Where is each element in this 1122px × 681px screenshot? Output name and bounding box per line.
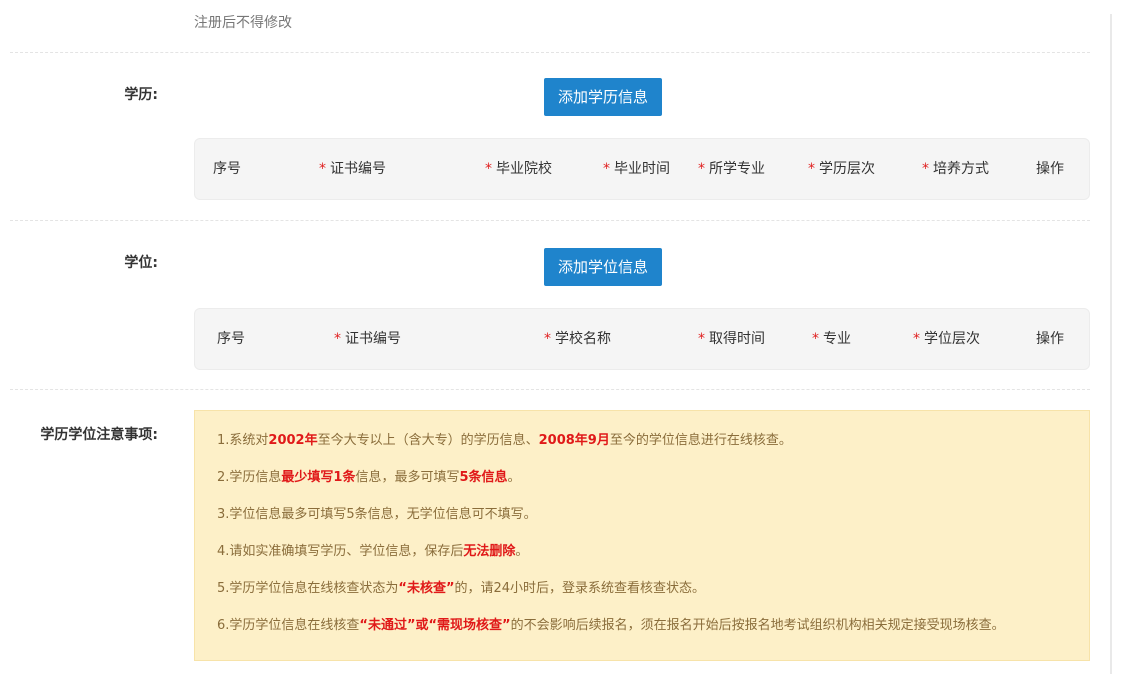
column-header: * 学位层次 bbox=[913, 331, 980, 347]
note-item: 2.学历信息最少填写1条信息，最多可填写5条信息。 bbox=[217, 466, 521, 485]
education-table-header: 序号 * 证书编号 * 毕业院校 * 毕业时间 * 所学专业 * 学历层次 * 培养方式 操… bbox=[194, 138, 1090, 200]
note-text: 3.学位信息最多可填写5条信息，无学位信息可不填写。 bbox=[217, 507, 537, 522]
column-header: * 学校名称 bbox=[544, 331, 611, 347]
required-mark: * bbox=[698, 331, 705, 347]
note-emphasis: “未核查” bbox=[398, 581, 455, 596]
required-mark: * bbox=[698, 161, 705, 177]
divider bbox=[10, 220, 1090, 221]
note-emphasis: 最少填写1条 bbox=[281, 470, 356, 485]
required-mark: * bbox=[319, 161, 326, 177]
required-mark: * bbox=[334, 331, 341, 347]
required-mark: * bbox=[913, 331, 920, 347]
note-emphasis: 无法删除 bbox=[463, 544, 516, 559]
note-emphasis: 2002年 bbox=[268, 433, 318, 448]
note-text: 5.学历学位信息在线核查状态为 bbox=[217, 581, 399, 596]
column-header: 操作 bbox=[1036, 331, 1064, 347]
column-header: 操作 bbox=[1036, 161, 1064, 177]
divider bbox=[10, 389, 1090, 390]
column-header: * 毕业时间 bbox=[603, 161, 670, 177]
add-education-button[interactable]: 添加学历信息 bbox=[544, 78, 663, 116]
notes-label: 学历学位注意事项: bbox=[40, 427, 158, 443]
note-text: 。 bbox=[507, 470, 521, 485]
unchangeable-hint: 注册后不得修改 bbox=[194, 15, 292, 31]
note-emphasis: 2008年9月 bbox=[538, 433, 610, 448]
degree-table-header: 序号 * 证书编号 * 学校名称 * 取得时间 * 专业 * 学位层次 操作 bbox=[194, 308, 1090, 370]
add-degree-button[interactable]: 添加学位信息 bbox=[544, 248, 663, 286]
note-text: 2.学历信息 bbox=[217, 470, 282, 485]
column-header: * 取得时间 bbox=[698, 331, 765, 347]
required-mark: * bbox=[812, 331, 819, 347]
note-text: 的不会影响后续报名，须在报名开始后按报名地考试组织机构相关规定接受现场核查。 bbox=[510, 618, 1005, 633]
note-item: 3.学位信息最多可填写5条信息，无学位信息可不填写。 bbox=[217, 503, 537, 522]
note-text: 至今大专以上（含大专）的学历信息、 bbox=[317, 433, 539, 448]
degree-label: 学位: bbox=[124, 255, 158, 271]
column-header: * 专业 bbox=[812, 331, 851, 347]
note-item: 1.系统对2002年至今大专以上（含大专）的学历信息、2008年9月至今的学位信… bbox=[217, 429, 792, 448]
required-mark: * bbox=[485, 161, 492, 177]
column-header: 序号 bbox=[217, 331, 245, 347]
notes-panel: 1.系统对2002年至今大专以上（含大专）的学历信息、2008年9月至今的学位信… bbox=[194, 410, 1090, 661]
column-header: * 证书编号 bbox=[319, 161, 386, 177]
column-header: * 毕业院校 bbox=[485, 161, 552, 177]
column-header: * 培养方式 bbox=[922, 161, 989, 177]
required-mark: * bbox=[603, 161, 610, 177]
note-item: 6.学历学位信息在线核查“未通过”或“需现场核查”的不会影响后续报名，须在报名开… bbox=[217, 614, 1005, 633]
column-header: * 学历层次 bbox=[808, 161, 875, 177]
column-header: * 所学专业 bbox=[698, 161, 765, 177]
note-text: 的，请24小时后，登录系统查看核查状态。 bbox=[454, 581, 706, 596]
required-mark: * bbox=[544, 331, 551, 347]
required-mark: * bbox=[922, 161, 929, 177]
note-text: 4.请如实准确填写学历、学位信息，保存后 bbox=[217, 544, 464, 559]
note-text: 6.学历学位信息在线核查 bbox=[217, 618, 360, 633]
note-text: 。 bbox=[515, 544, 529, 559]
note-text: 1.系统对 bbox=[217, 433, 269, 448]
note-text: 至今的学位信息进行在线核查。 bbox=[609, 433, 792, 448]
note-text: 信息，最多可填写 bbox=[355, 470, 460, 485]
note-emphasis: 5条信息 bbox=[459, 470, 508, 485]
column-header: 序号 bbox=[213, 161, 241, 177]
divider bbox=[10, 52, 1090, 53]
note-item: 4.请如实准确填写学历、学位信息，保存后无法删除。 bbox=[217, 540, 528, 559]
note-emphasis: “未通过”或“需现场核查” bbox=[359, 618, 511, 633]
scrollbar-track[interactable] bbox=[1110, 14, 1112, 674]
required-mark: * bbox=[808, 161, 815, 177]
note-item: 5.学历学位信息在线核查状态为“未核查”的，请24小时后，登录系统查看核查状态。 bbox=[217, 577, 705, 596]
education-label: 学历: bbox=[124, 87, 158, 103]
column-header: * 证书编号 bbox=[334, 331, 401, 347]
